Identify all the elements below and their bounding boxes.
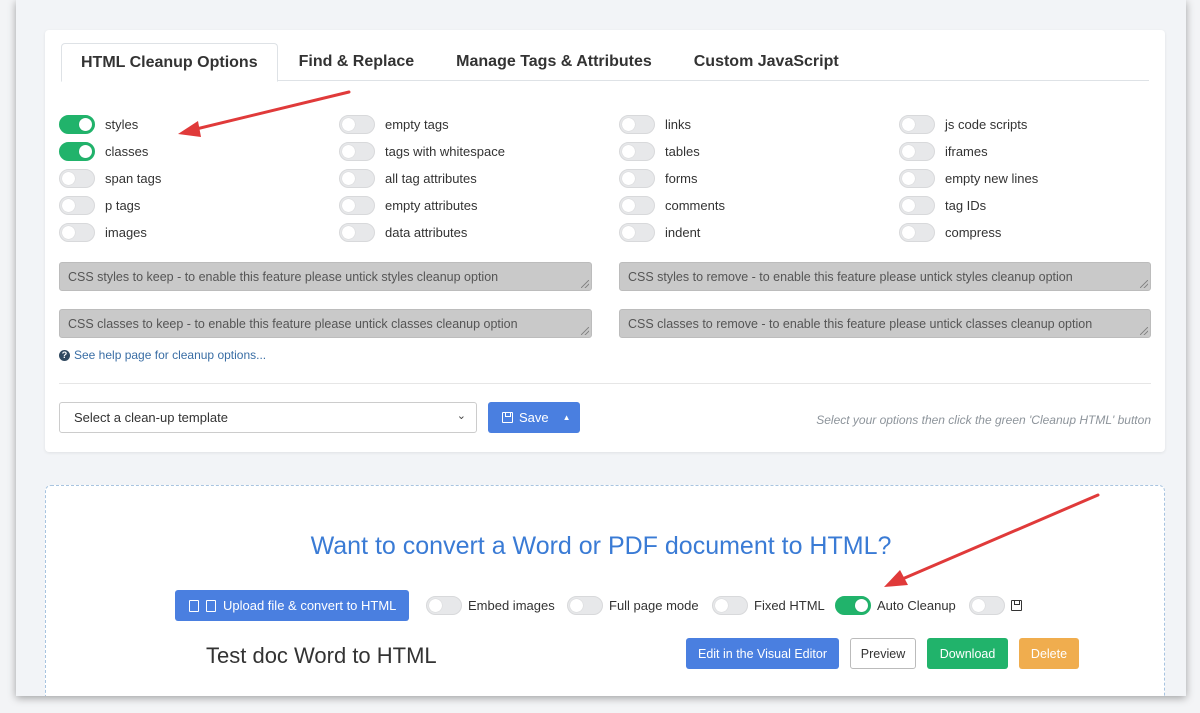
app-frame: HTML Cleanup Options Find & Replace Mana…: [16, 0, 1186, 696]
annotation-arrows: [178, 90, 1100, 587]
arrow-to-auto-cleanup: [884, 493, 1100, 587]
arrow-to-styles: [178, 90, 351, 137]
